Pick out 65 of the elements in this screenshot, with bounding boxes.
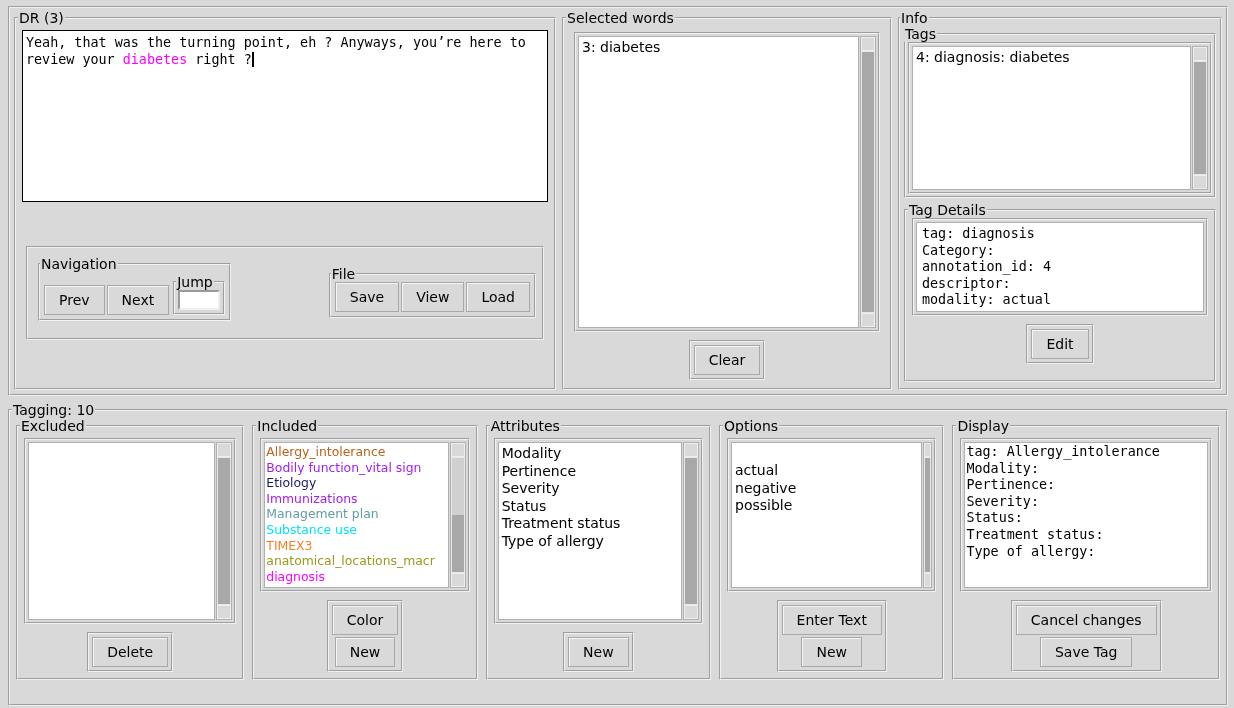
group-title: Navigation xyxy=(40,256,118,272)
file-button[interactable]: Load xyxy=(466,282,530,312)
scrollbar[interactable] xyxy=(216,442,233,620)
button[interactable]: Color xyxy=(331,605,399,635)
button[interactable]: Clear xyxy=(693,345,761,375)
detail-line: annotation_id: 4 xyxy=(922,259,1052,276)
group-title: Included xyxy=(256,418,319,434)
list-item[interactable]: Status xyxy=(501,497,679,516)
display-line: tag: Allergy_intolerance xyxy=(966,444,1161,461)
display-line: Severity: xyxy=(966,493,1040,511)
button[interactable]: New xyxy=(801,637,862,667)
detail-line: tag: diagnosis xyxy=(922,226,1036,243)
list-item[interactable]: Modality xyxy=(501,445,679,463)
display-line: Treatment status: xyxy=(966,526,1105,544)
detail-line: Category: xyxy=(922,242,996,260)
list-item[interactable]: possible xyxy=(735,497,919,515)
scrollbar[interactable] xyxy=(860,36,876,328)
list-item[interactable]: Type of allergy xyxy=(501,532,679,551)
display-line: Type of allergy: xyxy=(966,543,1097,561)
display-line: Modality: xyxy=(966,460,1040,478)
list-item[interactable]: Treatment status xyxy=(501,515,679,533)
group-title: Tags xyxy=(904,26,937,42)
scrollbar[interactable] xyxy=(1192,46,1208,190)
tag-type-item[interactable]: Bodily function_vital sign xyxy=(266,459,447,476)
button[interactable]: Delete xyxy=(92,637,169,667)
nav-button[interactable]: Next xyxy=(106,285,170,315)
detail-line: modality: actual xyxy=(922,292,1052,309)
button[interactable]: New xyxy=(568,637,629,667)
list-item[interactable]: 4: diagnosis: diabetes xyxy=(916,49,1187,67)
list-item[interactable]: Pertinence xyxy=(501,462,679,481)
button[interactable]: Edit xyxy=(1031,329,1089,359)
panel-title: DR (3) xyxy=(18,10,65,26)
panel-title: Tagging: 10 xyxy=(12,402,96,418)
scrollbar[interactable] xyxy=(449,442,466,588)
nav-button[interactable]: Prev xyxy=(44,285,105,315)
document-text[interactable]: Yeah, that was the turning point, eh ? Anyways, you’re here to review your diabetes right ? xyxy=(22,30,548,202)
list-item[interactable]: actual xyxy=(735,462,919,480)
scrollbar[interactable] xyxy=(683,442,700,620)
group-title: Jump xyxy=(176,274,214,290)
button[interactable]: Enter Text xyxy=(781,605,882,635)
tag-type-item[interactable]: Immunizations xyxy=(266,490,447,507)
group-title: Attributes xyxy=(489,418,561,434)
file-button[interactable]: View xyxy=(401,282,465,312)
panel-title: Info xyxy=(900,10,929,26)
tag-type-item[interactable]: Allergy_intolerance xyxy=(266,444,447,460)
scrollbar[interactable] xyxy=(923,442,933,588)
group-title: Display xyxy=(956,418,1010,434)
detail-line: descriptor: xyxy=(922,275,1012,293)
file-button[interactable]: Save xyxy=(334,282,400,312)
panel-title: Selected words xyxy=(566,10,675,26)
jump-field[interactable] xyxy=(178,290,221,310)
list-item[interactable]: negative xyxy=(735,479,919,498)
button[interactable]: New xyxy=(334,637,396,667)
text-cursor xyxy=(251,52,254,67)
display-line: Pertinence: xyxy=(966,477,1057,494)
list-item[interactable]: Severity xyxy=(501,480,679,498)
group-title: Excluded xyxy=(20,418,86,434)
button[interactable]: Cancel changes xyxy=(1015,605,1157,635)
list-item[interactable]: 3: diabetes xyxy=(582,39,855,57)
display-line: Status: xyxy=(966,510,1024,527)
group-title: Options xyxy=(723,418,780,434)
group-title: Tag Details xyxy=(908,202,987,218)
button[interactable]: Save Tag xyxy=(1039,637,1133,667)
tag-type-item[interactable]: Etiology xyxy=(266,475,447,491)
group-title: File xyxy=(330,266,357,282)
